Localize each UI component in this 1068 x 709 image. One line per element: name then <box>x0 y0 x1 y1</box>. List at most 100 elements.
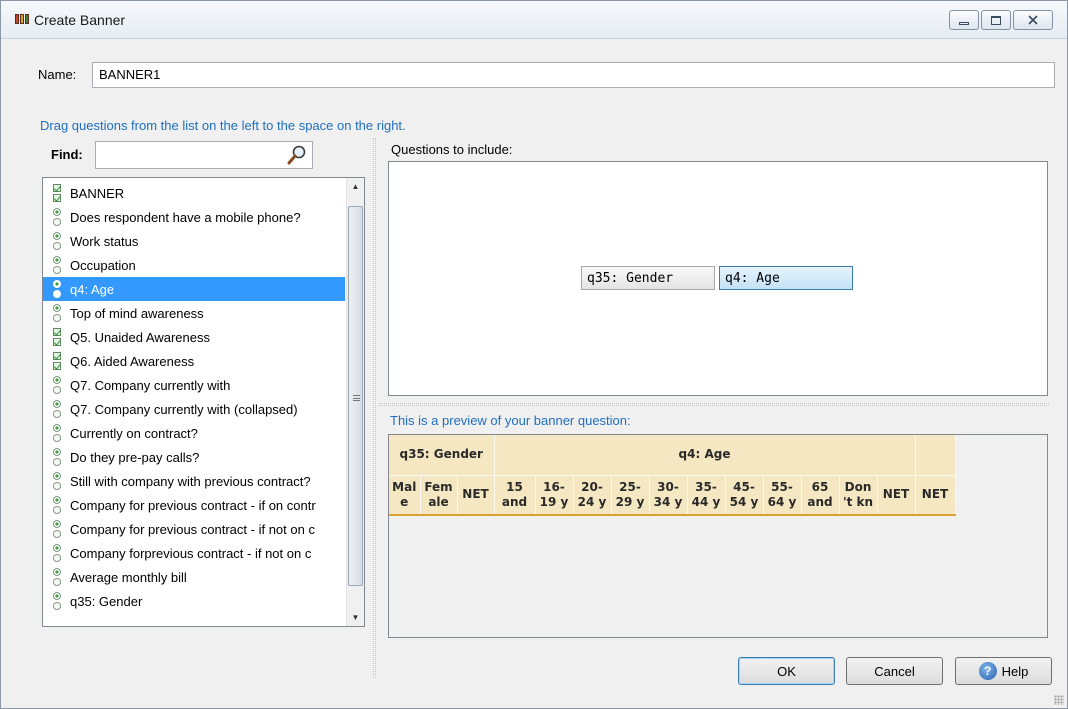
minimize-button[interactable] <box>949 10 979 30</box>
radio-icon <box>52 568 62 586</box>
list-item[interactable]: Q5. Unaided Awareness <box>43 325 345 349</box>
list-item[interactable]: BANNER <box>43 181 345 205</box>
preview-column-text: 64 y <box>767 494 797 509</box>
help-button[interactable]: ? Help <box>955 657 1052 685</box>
resize-grip-icon[interactable] <box>1054 695 1064 705</box>
preview-column-header: 15 and <box>494 475 536 516</box>
question-list[interactable]: BANNER Does respondent have a mobile phon… <box>42 177 365 627</box>
list-item[interactable]: Q7. Company currently with <box>43 373 345 397</box>
list-item-label: Still with company with previous contrac… <box>70 473 311 489</box>
preview-column-text: 35- <box>695 479 717 494</box>
list-item[interactable]: Q6. Aided Awareness <box>43 349 345 373</box>
preview-group-header: q35: Gender <box>389 435 495 476</box>
list-item-label: BANNER <box>70 185 125 201</box>
radio-icon <box>52 208 62 226</box>
radio-icon <box>52 544 62 562</box>
chip-q4-age[interactable]: q4: Age <box>719 266 853 290</box>
window-title: Create Banner <box>34 12 126 28</box>
list-item[interactable]: Does respondent have a mobile phone? <box>43 205 345 229</box>
title-bar[interactable]: Create Banner <box>1 1 1067 39</box>
list-item[interactable]: q35: Gender <box>43 589 345 613</box>
preview-label: This is a preview of your banner questio… <box>390 413 631 428</box>
cancel-button[interactable]: Cancel <box>846 657 943 685</box>
instructions-text: Drag questions from the list on the left… <box>40 118 406 133</box>
preview-column-text: ale <box>428 494 449 509</box>
list-item[interactable]: Company for previous contract - if not o… <box>43 517 345 541</box>
list-item[interactable]: Q7. Company currently with (collapsed) <box>43 397 345 421</box>
preview-column-text: 54 y <box>729 494 759 509</box>
name-field[interactable]: BANNER1 <box>92 62 1055 88</box>
preview-column-text: 55- <box>771 479 793 494</box>
vertical-splitter[interactable] <box>373 138 376 678</box>
preview-column-header: 55- 64 y <box>763 475 802 516</box>
questions-drop-area[interactable]: q35: Gender q4: Age <box>388 161 1048 396</box>
list-item[interactable]: Do they pre-pay calls? <box>43 445 345 469</box>
radio-icon <box>52 424 62 442</box>
radio-icon <box>52 496 62 514</box>
ok-button-label: OK <box>777 663 796 679</box>
preview-column-header: Mal e <box>389 475 421 516</box>
preview-blank-cell <box>915 435 956 476</box>
find-input[interactable] <box>95 141 313 169</box>
ok-button[interactable]: OK <box>738 657 835 685</box>
horizontal-splitter[interactable] <box>379 403 1049 406</box>
scroll-down-icon[interactable]: ▼ <box>347 609 364 626</box>
list-item-label: Company forprevious contract - if not on… <box>70 545 312 561</box>
list-item[interactable]: Occupation <box>43 253 345 277</box>
preview-column-text: 24 y <box>577 494 607 509</box>
list-item[interactable]: Company forprevious contract - if not on… <box>43 541 345 565</box>
preview-column-text: 34 y <box>653 494 683 509</box>
preview-column-text: 16- <box>543 479 565 494</box>
preview-column-text: Don <box>844 479 872 494</box>
list-item-label: Do they pre-pay calls? <box>70 449 200 465</box>
radio-icon <box>52 472 62 490</box>
preview-column-text: 44 y <box>691 494 721 509</box>
radio-icon <box>52 400 62 418</box>
preview-column-text: NET <box>462 487 489 502</box>
maximize-icon <box>991 15 1001 25</box>
scroll-thumb[interactable] <box>348 206 363 586</box>
list-item-label: q4: Age <box>70 281 115 297</box>
preview-column-header: 25- 29 y <box>611 475 650 516</box>
list-item[interactable]: Still with company with previous contrac… <box>43 469 345 493</box>
preview-column-text: 20- <box>581 479 603 494</box>
list-item-label: Occupation <box>70 257 136 273</box>
list-item-label: Top of mind awareness <box>70 305 204 321</box>
minimize-icon <box>959 21 969 25</box>
radio-icon <box>52 280 62 298</box>
list-item[interactable]: Average monthly bill <box>43 565 345 589</box>
preview-column-header: 20- 24 y <box>573 475 612 516</box>
banner-preview: q35: Gender q4: Age Mal e Fem ale NET 15 and 16- 1… <box>388 434 1048 638</box>
preview-column-text: and <box>807 494 833 509</box>
maximize-button[interactable] <box>981 10 1011 30</box>
cancel-button-label: Cancel <box>874 663 915 679</box>
preview-column-header: Fem ale <box>420 475 458 516</box>
preview-column-text: 30- <box>657 479 679 494</box>
list-item-label: Company for previous contract - if not o… <box>70 521 315 537</box>
preview-column-header: 65 and <box>801 475 840 516</box>
preview-column-header: 35- 44 y <box>687 475 726 516</box>
radio-icon <box>52 592 62 610</box>
chip-q35-gender[interactable]: q35: Gender <box>581 266 715 290</box>
list-item-label: Q7. Company currently with (collapsed) <box>70 401 298 417</box>
list-item-label: Does respondent have a mobile phone? <box>70 209 301 225</box>
question-list-items: BANNER Does respondent have a mobile phon… <box>43 181 345 613</box>
close-button[interactable] <box>1013 10 1053 30</box>
help-button-label: Help <box>1001 663 1029 679</box>
preview-column-text: 19 y <box>539 494 569 509</box>
questions-to-include-label: Questions to include: <box>391 142 513 157</box>
list-item[interactable]: Company for previous contract - if on co… <box>43 493 345 517</box>
list-item[interactable]: q4: Age <box>43 277 345 301</box>
preview-column-text: 45- <box>733 479 755 494</box>
preview-column-header: 45- 54 y <box>725 475 764 516</box>
question-list-scrollbar[interactable]: ▲ ▼ <box>346 178 364 626</box>
list-item[interactable]: Currently on contract? <box>43 421 345 445</box>
list-item[interactable]: Work status <box>43 229 345 253</box>
preview-trailing-net: NET <box>915 475 956 516</box>
list-item[interactable]: Top of mind awareness <box>43 301 345 325</box>
preview-column-text: Mal <box>392 479 417 494</box>
search-icon[interactable] <box>286 144 308 166</box>
radio-icon <box>52 304 62 322</box>
scroll-up-icon[interactable]: ▲ <box>347 178 364 195</box>
list-item-label: Q7. Company currently with <box>70 377 231 393</box>
